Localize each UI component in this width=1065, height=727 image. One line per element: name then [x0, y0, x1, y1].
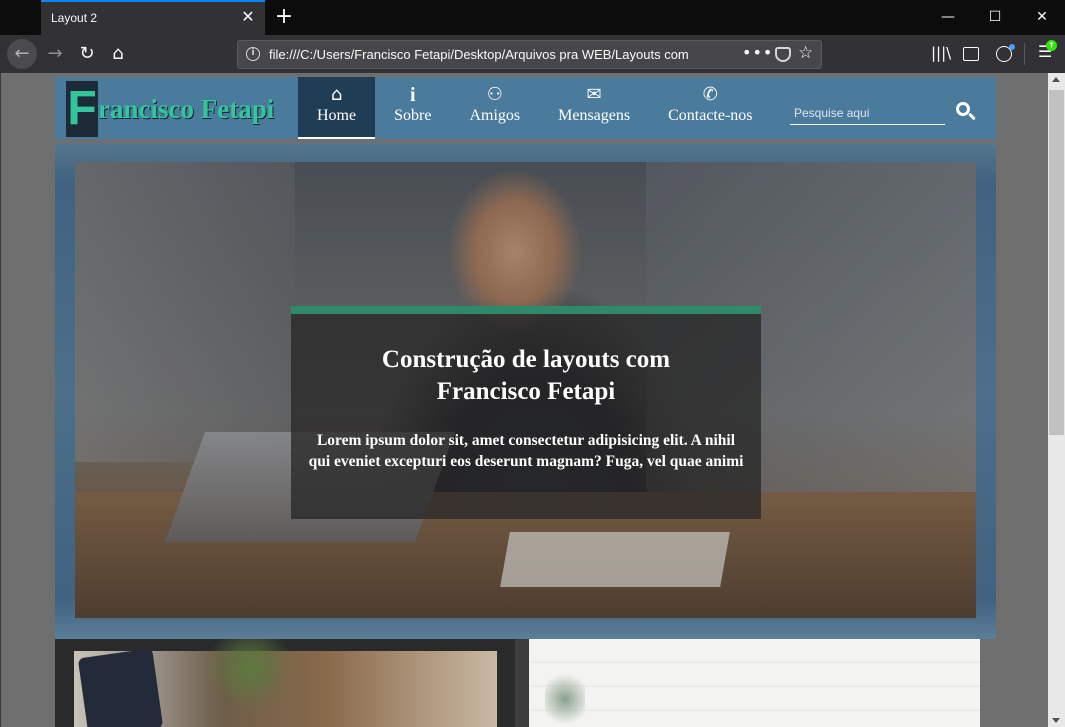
pocket-icon[interactable]	[775, 47, 791, 62]
menu-item-home[interactable]: ⌂ Home	[298, 77, 376, 139]
menu-item-label: Sobre	[394, 107, 432, 124]
menu-item-mensagens[interactable]: ✉ Mensagens	[539, 77, 649, 139]
home-icon: ⌂	[330, 84, 343, 105]
reload-icon[interactable]: ↻	[72, 39, 102, 69]
site-info-icon[interactable]: i	[246, 47, 260, 61]
url-bar[interactable]: i file:///C:/Users/Francisco Fetapi/Desk…	[237, 40, 822, 69]
page-scrollbar[interactable]	[1048, 73, 1065, 727]
window-maximize-button[interactable]: ☐	[972, 0, 1018, 35]
envelope-icon: ✉	[586, 84, 602, 105]
window-minimize-button[interactable]: —	[925, 0, 971, 35]
hero-title: Construção de layouts com Francisco Feta…	[381, 346, 671, 405]
menu-item-label: Home	[317, 107, 357, 124]
browser-toolbar: ← → ↻ ⌂ i file:///C:/Users/Francisco Fet…	[0, 35, 1065, 73]
phone-icon: ✆	[702, 84, 718, 105]
search-icon[interactable]	[955, 101, 977, 123]
library-icon[interactable]: |||\	[931, 44, 951, 62]
menu-item-contacte-nos[interactable]: ✆ Contacte-nos	[649, 77, 771, 139]
tab-close-icon[interactable]: ✕	[239, 8, 257, 26]
menu-item-label: Mensagens	[558, 107, 631, 124]
page-actions-icon[interactable]: •••	[742, 43, 773, 62]
page-viewport: F rancisco Fetapi ⌂ Home i Sobre ⚇ Amigo…	[0, 73, 1048, 727]
users-icon: ⚇	[486, 84, 503, 105]
card-image	[529, 639, 980, 727]
window-close-button[interactable]: ✕	[1019, 0, 1065, 35]
logo-initial: F	[66, 81, 98, 137]
home-icon[interactable]: ⌂	[103, 39, 133, 69]
scroll-up-icon[interactable]	[1052, 77, 1060, 82]
browser-titlebar: Layout 2 ✕ + — ☐ ✕	[0, 0, 1065, 35]
new-tab-button[interactable]: +	[272, 4, 296, 30]
scroll-down-icon[interactable]	[1052, 718, 1060, 723]
tab-title: Layout 2	[51, 11, 98, 25]
browser-tab[interactable]: Layout 2 ✕	[41, 0, 265, 35]
update-badge-icon: ↑	[1046, 40, 1057, 51]
logo-text: rancisco Fetapi	[98, 94, 275, 124]
bookmark-star-icon[interactable]: ☆	[798, 43, 813, 63]
menu-item-label: Contacte-nos	[668, 107, 753, 124]
back-arrow-icon[interactable]: ←	[7, 39, 37, 69]
search-input[interactable]	[790, 101, 945, 125]
hero-caption: Construção de layouts com Francisco Feta…	[291, 306, 761, 519]
scroll-thumb[interactable]	[1049, 90, 1064, 435]
main-menu: ⌂ Home i Sobre ⚇ Amigos ✉ Mensagens ✆ Co…	[298, 77, 772, 139]
sidebar-icon[interactable]	[963, 47, 979, 61]
hero-section: Construção de layouts com Francisco Feta…	[55, 143, 996, 639]
menu-item-amigos[interactable]: ⚇ Amigos	[450, 77, 539, 139]
url-text[interactable]: file:///C:/Users/Francisco Fetapi/Deskto…	[269, 47, 709, 62]
hero-text: Lorem ipsum dolor sit, amet consectetur …	[308, 432, 744, 470]
content-card	[515, 639, 980, 727]
toolbar-divider	[1024, 43, 1025, 65]
content-card	[55, 639, 515, 727]
forward-arrow-icon[interactable]: →	[40, 39, 70, 69]
menu-item-sobre[interactable]: i Sobre	[375, 77, 450, 139]
site-header: F rancisco Fetapi ⌂ Home i Sobre ⚇ Amigo…	[55, 77, 996, 139]
info-icon: i	[409, 84, 416, 106]
account-badge	[1009, 44, 1015, 50]
menu-item-label: Amigos	[469, 107, 521, 124]
